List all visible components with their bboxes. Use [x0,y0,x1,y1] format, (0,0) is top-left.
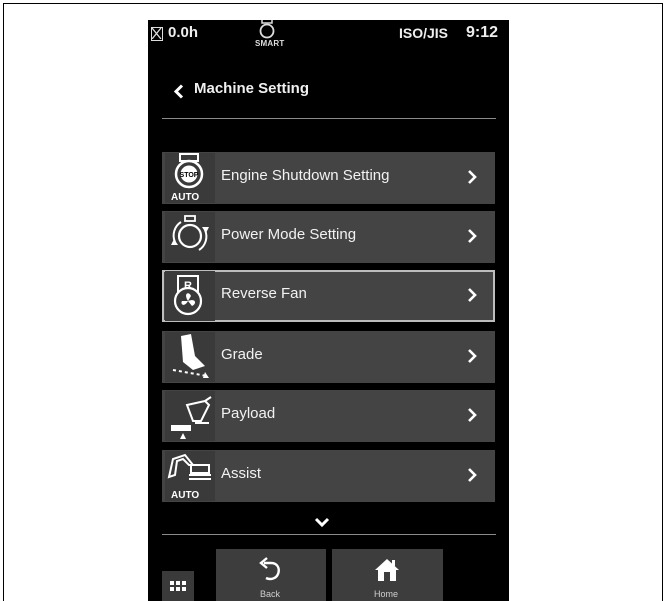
menu-item-label: Assist [221,465,262,482]
monitor-screen: 0.0h SMART ISO/JIS 9:12 Machine Setting … [148,20,509,601]
engine-stop-auto-icon: STOP AUTO [165,153,215,203]
excavator-assist-icon: AUTO [165,451,215,501]
page-title: Machine Setting [194,80,310,97]
home-icon [375,559,399,581]
svg-text:STOP: STOP [180,172,199,179]
clock: 9:12 [466,24,499,41]
home-button[interactable]: Home [332,549,443,601]
status-bar: 0.0h SMART ISO/JIS 9:12 [148,20,509,56]
menu-item-reverse-fan[interactable]: R Reverse Fan [162,270,495,322]
back-button[interactable]: Back [216,549,326,601]
grade-icon [165,332,215,382]
hour-meter: 0.0h [168,24,199,41]
auto-badge: AUTO [171,490,200,501]
hourglass-icon [151,27,163,41]
auto-badge: AUTO [171,192,200,203]
grid-icon [170,581,186,591]
menu-item-engine-shutdown-setting[interactable]: STOP AUTO Engine Shutdown Setting [162,152,495,204]
divider [162,118,496,119]
chevron-right-icon [468,468,477,482]
power-mode-icon [165,212,215,262]
divider [162,534,496,535]
menu-item-power-mode-setting[interactable]: Power Mode Setting [162,211,495,263]
menu-item-grade[interactable]: Grade [162,331,495,383]
chevron-right-icon [468,288,477,302]
chevron-left-icon[interactable] [173,84,185,99]
menu-item-label: Payload [221,405,276,422]
undo-arrow-icon [259,557,280,581]
menu-item-label: Grade [221,346,263,363]
chevron-right-icon [468,408,477,422]
page-header: Machine Setting [148,74,509,110]
control-pattern-indicator: ISO/JIS [399,25,449,41]
menu-item-payload[interactable]: Payload [162,390,495,442]
menu-item-label: Reverse Fan [221,285,307,302]
apps-grid-button[interactable] [162,571,194,601]
back-label: Back [260,589,281,599]
payload-icon [165,391,215,441]
chevron-right-icon [468,349,477,363]
menu-item-label: Power Mode Setting [221,226,357,243]
chevron-right-icon [468,170,477,184]
menu-item-assist[interactable]: AUTO Assist [162,450,495,502]
reverse-fan-icon: R [165,271,215,321]
home-label: Home [374,589,399,599]
menu-item-label: Engine Shutdown Setting [221,167,390,184]
chevron-right-icon [468,229,477,243]
engine-smart-icon [259,20,275,39]
scroll-down-chevron-icon[interactable] [314,517,330,528]
smart-mode-label: SMART [255,39,285,48]
